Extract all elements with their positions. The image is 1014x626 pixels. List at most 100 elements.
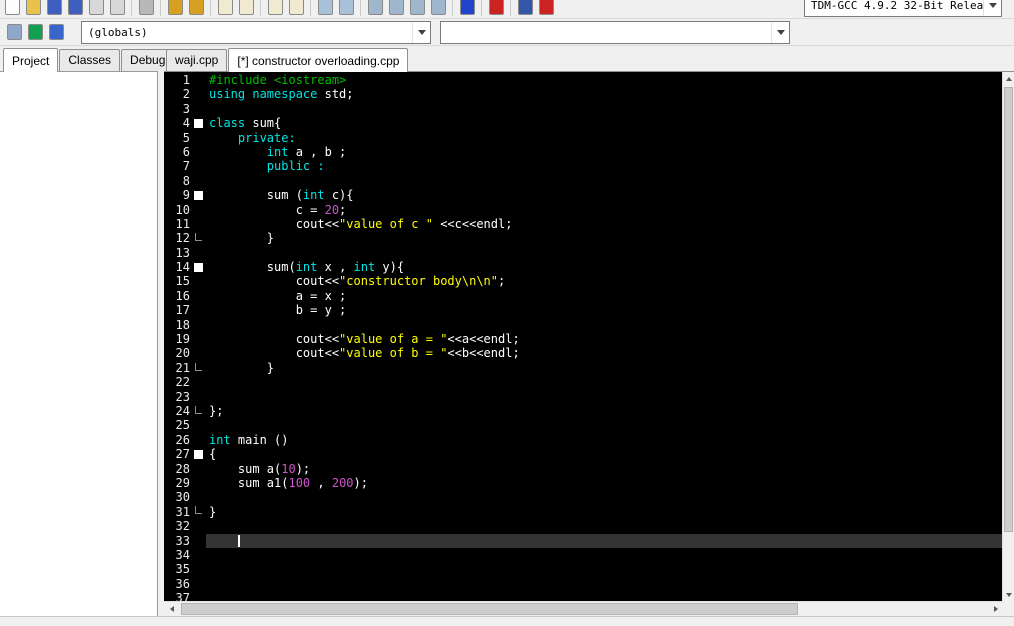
blue-file-icon[interactable]: [46, 22, 67, 42]
vertical-scroll-thumb[interactable]: [1004, 87, 1013, 532]
goto-line-icon[interactable]: [286, 0, 307, 18]
horizontal-scrollbar[interactable]: [164, 601, 1003, 616]
code-line: 36: [164, 577, 1002, 591]
line-number: 29: [175, 475, 190, 490]
members-select[interactable]: [440, 20, 790, 44]
panel-tab-project[interactable]: Project: [3, 48, 59, 72]
code-text: b = y ;: [209, 303, 347, 318]
new-file-icon[interactable]: [2, 0, 23, 18]
open-project-icon[interactable]: [23, 0, 44, 18]
fold-gutter: [190, 462, 206, 476]
find-icon[interactable]: [215, 0, 236, 18]
line-number: 20: [175, 346, 190, 361]
redo-icon[interactable]: [186, 0, 207, 18]
compiler-profile-value: TDM-GCC 4.9.2 32-Bit Release: [811, 0, 983, 12]
line-number: 3: [182, 101, 190, 116]
horizontal-scroll-thumb[interactable]: [181, 603, 798, 615]
code-line: 19 cout<<"value of a = "<<a<<endl;: [164, 332, 1002, 346]
chevron-down-icon[interactable]: [771, 21, 789, 43]
line-number: 36: [175, 576, 190, 591]
code-line: 16 a = x ;: [164, 289, 1002, 303]
profile-icon[interactable]: [515, 0, 536, 18]
triangle-up-icon: [1005, 76, 1012, 81]
scroll-right-arrow[interactable]: [988, 602, 1003, 616]
line-number: 7: [182, 159, 190, 174]
fold-marker[interactable]: [190, 188, 206, 202]
line-number: 30: [175, 490, 190, 505]
line-number: 6: [182, 144, 190, 159]
print-icon[interactable]: [136, 0, 157, 18]
code-line: 7 public :: [164, 159, 1002, 173]
vertical-scroll-track[interactable]: [1003, 85, 1014, 588]
fold-marker[interactable]: [190, 260, 206, 274]
code-line: 17 b = y ;: [164, 303, 1002, 317]
undo-icon[interactable]: [165, 0, 186, 18]
fold-marker[interactable]: [190, 447, 206, 461]
scroll-up-arrow[interactable]: [1003, 72, 1014, 85]
code-text: cout<<"value of c " <<c<<endl;: [209, 216, 513, 231]
vertical-scrollbar[interactable]: [1002, 72, 1014, 601]
code-line: 6 int a , b ;: [164, 145, 1002, 159]
compile-and-run-icon[interactable]: [407, 0, 428, 18]
compile-icon[interactable]: [365, 0, 386, 18]
globals-select[interactable]: (globals): [81, 20, 431, 44]
editor-tab-constructor-overloading-cpp[interactable]: [*] constructor overloading.cpp: [228, 48, 409, 72]
close-project-icon[interactable]: [107, 0, 128, 18]
code-line: 11 cout<<"value of c " <<c<<endl;: [164, 217, 1002, 231]
line-number: 35: [175, 562, 190, 577]
rebuild-all-icon[interactable]: [428, 0, 449, 18]
code-text: public :: [266, 159, 325, 174]
abort-compilation-icon[interactable]: [486, 0, 507, 18]
code-editor[interactable]: 1 #include <iostream> 2 using namespace std…: [164, 72, 1002, 601]
panel-tab-classes[interactable]: Classes: [59, 49, 121, 71]
code-text: sum a(10);: [209, 461, 311, 476]
code-line: 9 sum (int c){: [164, 188, 1002, 202]
save-icon[interactable]: [44, 0, 65, 18]
profile-glyph: [518, 0, 533, 15]
triangle-left-icon: [169, 606, 174, 612]
code-line: 28 sum a(10);: [164, 462, 1002, 476]
close-file-icon[interactable]: [86, 0, 107, 18]
fold-gutter: [190, 548, 206, 562]
toggle-bookmark-icon[interactable]: [336, 0, 357, 18]
toolbar-separator: [507, 0, 515, 18]
window-icon[interactable]: [4, 22, 25, 42]
line-number: 34: [175, 547, 190, 562]
code-line: 3: [164, 102, 1002, 116]
scrollbar-corner: [1003, 601, 1014, 616]
syntax-check-icon[interactable]: [457, 0, 478, 18]
green-arrow-icon[interactable]: [25, 22, 46, 42]
fold-gutter: [190, 174, 206, 188]
save-all-icon[interactable]: [65, 0, 86, 18]
run-icon[interactable]: [386, 0, 407, 18]
editor-tab-waji-cpp[interactable]: waji.cpp: [166, 49, 228, 71]
replace-icon[interactable]: [236, 0, 257, 18]
fold-end-marker: [190, 231, 206, 245]
chevron-down-icon[interactable]: [983, 0, 1001, 16]
goto-line-glyph: [289, 0, 304, 15]
line-number: 9: [182, 188, 190, 203]
devcpp-window: TDM-GCC 4.9.2 32-Bit Release (globals) P…: [0, 0, 1014, 626]
fold-end-marker: [190, 361, 206, 375]
find-next-icon[interactable]: [265, 0, 286, 18]
code-line: 32: [164, 519, 1002, 533]
fold-gutter: [190, 390, 206, 404]
compiler-profile-select[interactable]: TDM-GCC 4.9.2 32-Bit Release: [804, 0, 1002, 17]
toolbar-separator: [257, 0, 265, 18]
code-text: int a , b ;: [266, 144, 347, 159]
scroll-down-arrow[interactable]: [1003, 588, 1014, 601]
fold-gutter: [190, 318, 206, 332]
toolbar-separator: [307, 0, 315, 18]
scroll-left-arrow[interactable]: [164, 602, 179, 616]
insert-snippet-icon[interactable]: [315, 0, 336, 18]
profiling-analysis-glyph: [539, 0, 554, 15]
horizontal-scroll-track[interactable]: [179, 602, 988, 616]
chevron-down-icon[interactable]: [412, 21, 430, 43]
triangle-down-icon: [1005, 592, 1012, 597]
line-number: 13: [175, 245, 190, 260]
profiling-analysis-icon[interactable]: [536, 0, 557, 18]
fold-marker[interactable]: [190, 116, 206, 130]
